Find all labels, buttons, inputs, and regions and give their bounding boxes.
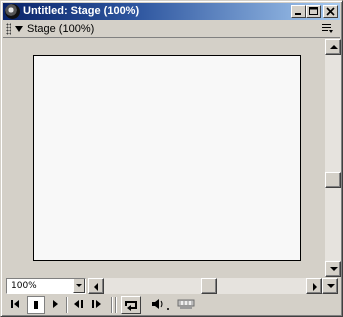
close-button[interactable] xyxy=(323,5,338,18)
horizontal-scroll-thumb[interactable] xyxy=(201,278,217,294)
maximize-button[interactable] xyxy=(306,5,321,18)
panel-header: Stage (100%) xyxy=(3,20,340,38)
stop-button[interactable] xyxy=(27,296,45,314)
director-logo-icon[interactable] xyxy=(5,4,20,19)
rewind-button[interactable] xyxy=(9,296,21,314)
rewind-icon xyxy=(11,300,19,308)
play-icon xyxy=(53,300,58,308)
step-forward-icon xyxy=(92,300,101,308)
horizontal-scrollbar[interactable] xyxy=(88,278,338,294)
arrow-right-icon xyxy=(313,283,317,291)
minimize-icon xyxy=(295,13,301,15)
title-bar[interactable]: Untitled: Stage (100%) xyxy=(3,3,340,20)
loop-icon xyxy=(125,301,137,311)
minimize-button[interactable] xyxy=(291,5,306,18)
scroll-down-small-button[interactable] xyxy=(322,278,338,294)
close-icon xyxy=(326,7,335,16)
vertical-scrollbar[interactable] xyxy=(325,39,341,277)
toolbar-separator xyxy=(111,297,113,313)
scroll-up-button[interactable] xyxy=(325,39,341,55)
window-title: Untitled: Stage (100%) xyxy=(23,5,140,17)
toolbar-separator xyxy=(66,297,68,313)
speaker-icon xyxy=(152,299,169,310)
panel-options-icon[interactable] xyxy=(322,23,334,34)
scroll-down-button[interactable] xyxy=(325,261,341,277)
scroll-right-button[interactable] xyxy=(306,278,322,294)
volume-button[interactable] xyxy=(150,296,172,314)
arrow-up-icon xyxy=(330,45,338,49)
zoom-dropdown-button[interactable] xyxy=(73,279,85,293)
stage-window: Untitled: Stage (100%) Stage (100%) 100% xyxy=(0,0,343,317)
zoom-row: 100% xyxy=(3,278,340,294)
arrow-down-icon xyxy=(327,284,335,288)
stage-viewport xyxy=(3,39,325,277)
stage-canvas[interactable] xyxy=(33,55,301,261)
arrow-left-icon xyxy=(94,283,98,291)
panel-title: Stage (100%) xyxy=(27,23,95,35)
scroll-left-button[interactable] xyxy=(88,278,104,294)
step-back-icon xyxy=(74,300,83,308)
triangle-down-icon[interactable] xyxy=(15,26,23,32)
chevron-down-icon xyxy=(76,284,82,287)
grip-icon[interactable] xyxy=(6,23,11,35)
step-back-button[interactable] xyxy=(72,296,86,314)
vertical-scroll-thumb[interactable] xyxy=(325,172,341,188)
selected-frames-icon xyxy=(177,299,195,309)
arrow-down-icon xyxy=(330,267,338,271)
zoom-dropdown[interactable]: 100% xyxy=(6,278,86,294)
toolbar-separator xyxy=(115,297,117,313)
maximize-icon xyxy=(309,7,318,15)
step-forward-button[interactable] xyxy=(90,296,104,314)
zoom-value: 100% xyxy=(11,281,37,291)
selected-frames-button[interactable] xyxy=(175,296,197,314)
playback-controls xyxy=(3,295,340,315)
loop-button[interactable] xyxy=(121,296,141,314)
stop-icon xyxy=(34,301,38,309)
play-button[interactable] xyxy=(49,296,61,314)
